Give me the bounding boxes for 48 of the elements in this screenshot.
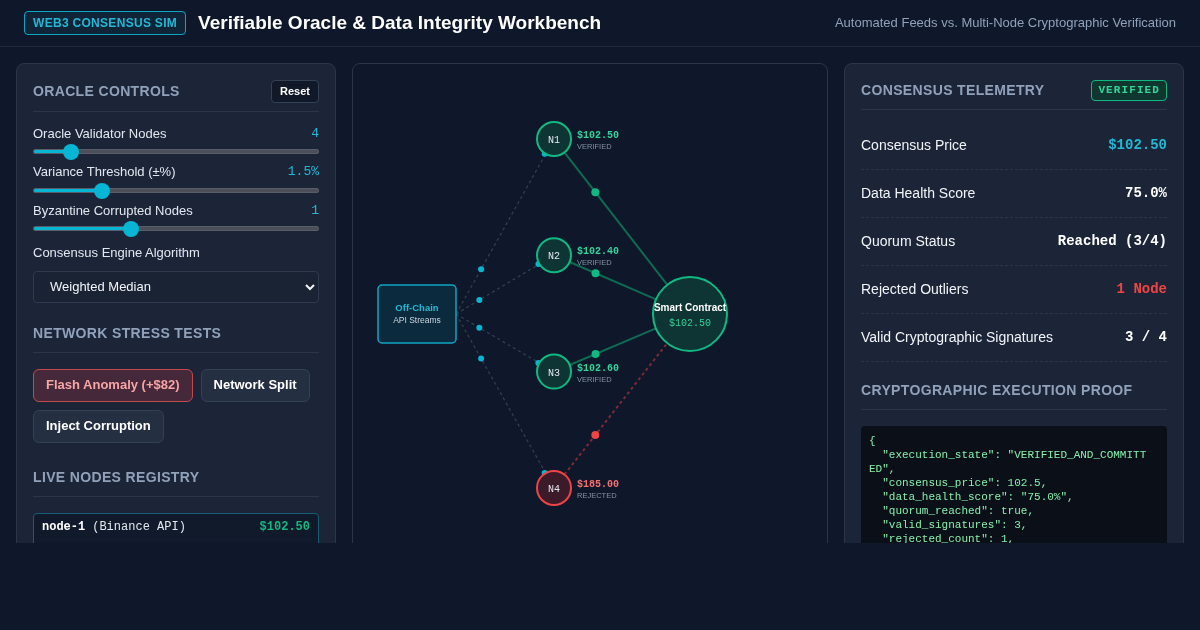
metric-label: Quorum Status	[861, 232, 956, 251]
slider-thumb[interactable]	[122, 221, 139, 237]
node-price: $102.50	[259, 518, 310, 536]
section-heading: LIVE NODES REGISTRY	[33, 467, 200, 487]
section-heading: ORACLE CONTROLS	[33, 81, 180, 101]
slider-thumb[interactable]	[94, 182, 111, 199]
node-price: $102.50	[577, 130, 619, 141]
stress-test-button[interactable]: Inject Corruption	[33, 409, 164, 443]
metric-label: Valid Cryptographic Signatures	[861, 328, 1053, 347]
stress-test-button[interactable]: Flash Anomaly (+$82)	[33, 368, 193, 402]
validator-node: N2	[536, 237, 572, 274]
node-price: $185.00	[577, 478, 619, 490]
node-id: node-1	[42, 518, 86, 536]
slider-value: 1	[311, 201, 319, 220]
validator-node: N4	[536, 469, 572, 506]
slider-value: 1.5%	[287, 163, 319, 181]
smart-contract-node: Smart Contract $102.50	[652, 276, 728, 352]
status-badge: VERIFIED	[1091, 80, 1167, 101]
validator-node: N3	[536, 353, 572, 390]
reset-button[interactable]: Reset	[271, 80, 319, 103]
node-source: (Binance API)	[92, 518, 186, 536]
stress-test-button[interactable]: Network Split	[200, 368, 310, 402]
slider-label: Variance Threshold (±%)	[33, 163, 176, 181]
validator-node: N1	[536, 121, 572, 157]
slider-label: Byzantine Corrupted Nodes	[33, 201, 193, 220]
section-heading: NETWORK STRESS TESTS	[33, 323, 222, 343]
metric-value: $102.50	[1108, 136, 1167, 155]
metric-value: 3 / 4	[1125, 328, 1167, 347]
dropdown-label: Consensus Engine Algorithm	[33, 244, 201, 262]
node-price: $102.60	[577, 362, 619, 374]
app-badge: WEB3 CONSENSUS SIM	[24, 11, 187, 35]
app-title: Verifiable Oracle & Data Integrity Workbench	[198, 10, 602, 35]
metric-value: 75.0%	[1125, 184, 1167, 203]
node-price: $102.40	[577, 246, 619, 258]
registry-row[interactable]: node-1 (Binance API) $102.50	[33, 512, 319, 543]
slider-value: 4	[311, 124, 319, 143]
metric-label: Rejected Outliers	[861, 280, 969, 299]
section-heading: CONSENSUS TELEMETRY	[861, 81, 1045, 100]
metric-value: 1 Node	[1116, 280, 1167, 299]
off-chain-source-node: Off-Chain API Streams	[377, 284, 457, 344]
slider-thumb[interactable]	[62, 144, 79, 160]
metric-label: Consensus Price	[861, 136, 967, 155]
algorithm-dropdown[interactable]: Weighted Median	[33, 270, 319, 303]
slider-label: Oracle Validator Nodes	[33, 124, 167, 143]
metric-value: Reached (3/4)	[1057, 232, 1167, 251]
metric-label: Data Health Score	[861, 184, 976, 203]
section-heading: CRYPTOGRAPHIC EXECUTION PROOF	[861, 381, 1133, 400]
app-subtitle: Automated Feeds vs. Multi-Node Cryptographic Verification	[834, 14, 1176, 33]
